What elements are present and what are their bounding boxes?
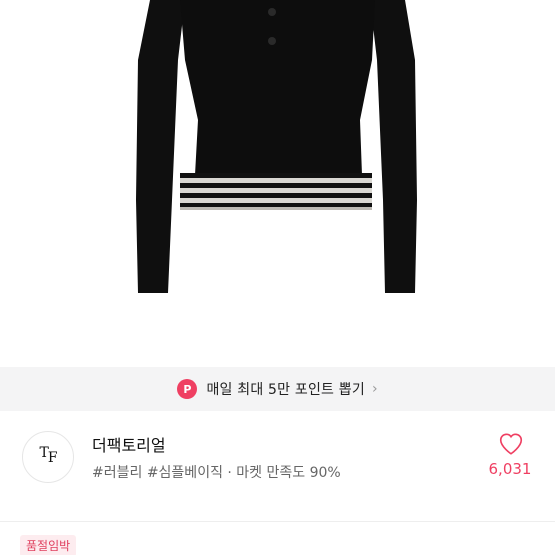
status-badge: 품절임박 — [20, 535, 77, 555]
store-logo-mark: TF — [39, 444, 57, 465]
store-tags: #러블리 #심플베이직 · 마켓 만족도 90% — [92, 465, 341, 481]
store-name[interactable]: 더팩토리얼 — [92, 432, 166, 456]
points-badge-icon: P — [177, 379, 198, 399]
points-promo-banner[interactable]: P 매일 최대 5만 포인트 뽑기 › — [0, 367, 555, 411]
chevron-right-icon: › — [371, 381, 378, 397]
store-row: TF 더팩토리얼 #러블리 #심플베이직 · 마켓 만족도 90% 6,031 — [0, 411, 555, 521]
divider — [0, 521, 555, 522]
store-logo[interactable]: TF — [22, 431, 74, 483]
garment-illustration — [136, 0, 417, 293]
logo-letter-t: T — [39, 444, 48, 461]
heart-icon[interactable] — [498, 431, 524, 457]
logo-letter-f: F — [47, 449, 58, 466]
like-count: 6,031 — [488, 460, 532, 478]
product-page: P 매일 최대 5만 포인트 뽑기 › TF 더팩토리얼 #러블리 #심플베이직… — [0, 0, 555, 555]
product-image[interactable] — [0, 0, 555, 365]
promo-text: 매일 최대 5만 포인트 뽑기 — [206, 382, 365, 398]
